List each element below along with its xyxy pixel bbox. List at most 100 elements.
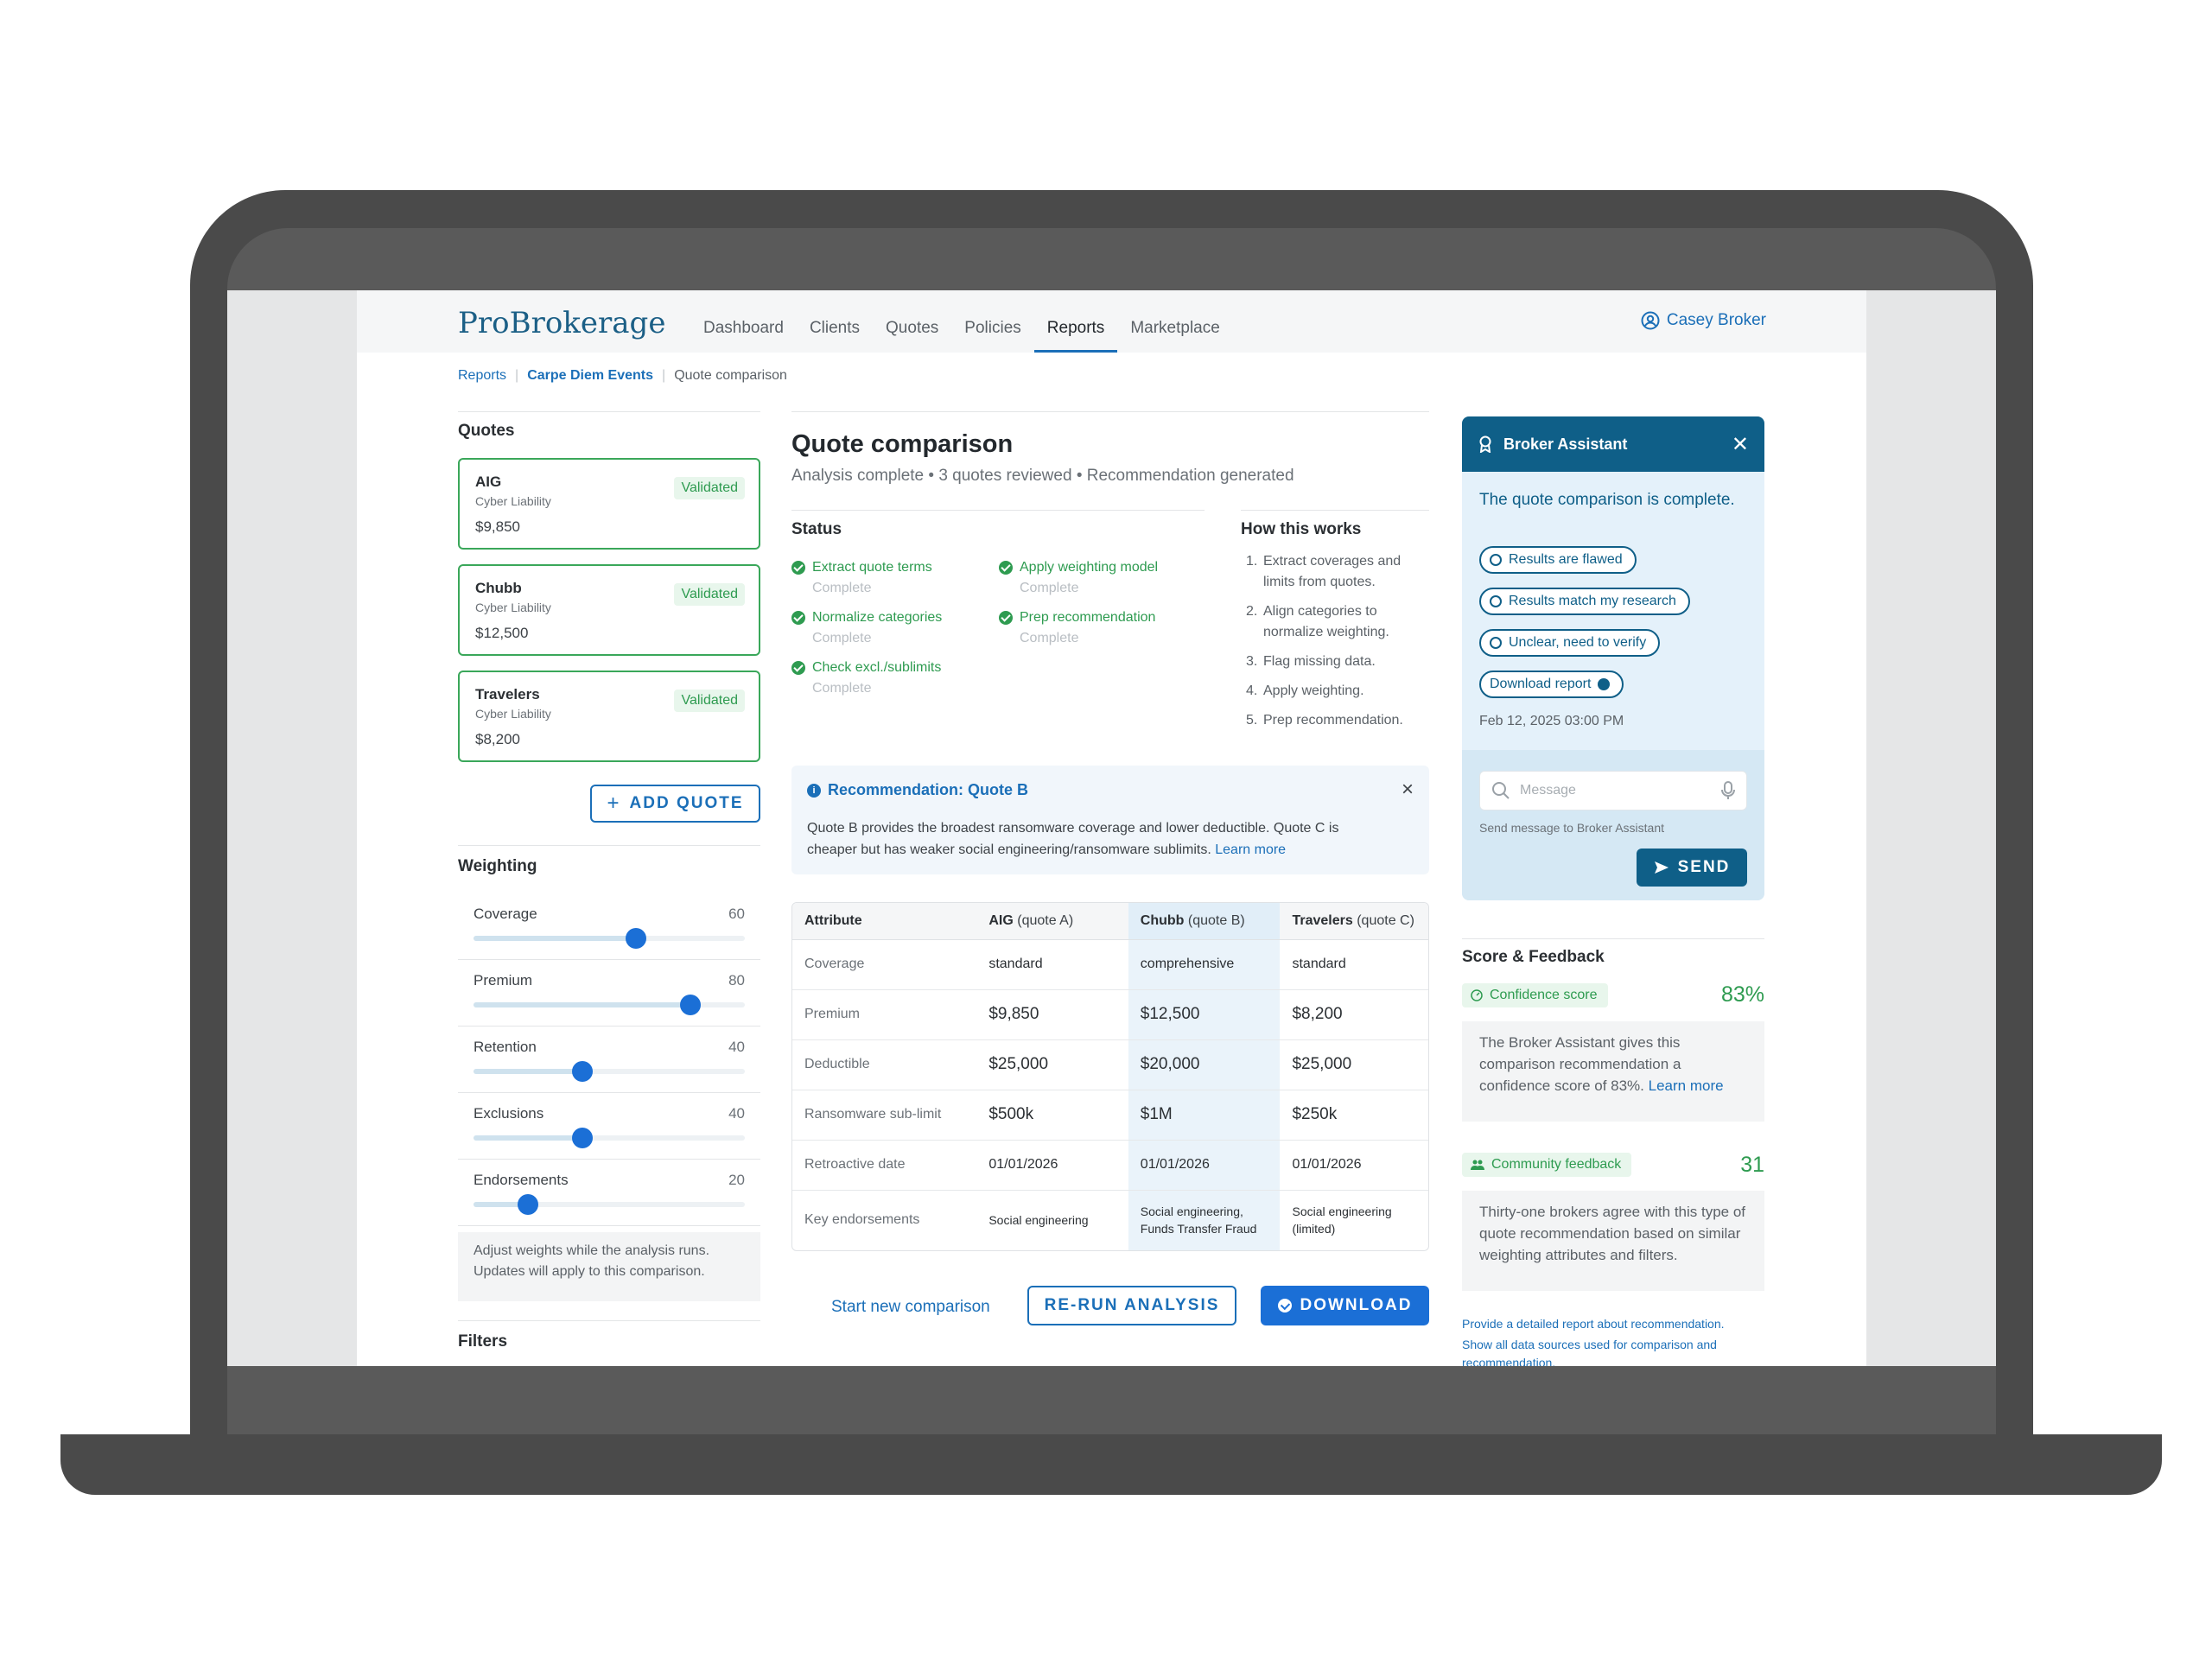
slider-fill — [474, 1002, 691, 1007]
table-cell: 01/01/2026 — [1280, 1140, 1428, 1191]
download-button[interactable]: DOWNLOAD — [1261, 1286, 1429, 1325]
detailed-report-link[interactable]: Provide a detailed report about recommen… — [1462, 1315, 1764, 1333]
slider-track[interactable] — [474, 1061, 745, 1082]
recommendation-banner: i Recommendation: Quote B × Quote B provi… — [791, 766, 1429, 874]
table-cell: 01/01/2026 — [1128, 1140, 1281, 1191]
slider-label: Exclusions — [474, 1105, 544, 1122]
slider-handle[interactable] — [571, 1128, 593, 1148]
slider-handle[interactable] — [517, 1194, 538, 1215]
chip-unclear[interactable]: Unclear, need to verify — [1479, 629, 1661, 657]
status-step: Apply weighting model Complete — [999, 560, 1158, 596]
table-cell: Key endorsements — [804, 1212, 920, 1228]
filters-title: Filters — [458, 1332, 508, 1351]
table-cell: Social engineering (limited) — [1292, 1205, 1392, 1236]
table-cell: $1M — [1128, 1090, 1281, 1141]
assistant-message: The quote comparison is complete. — [1479, 491, 1735, 509]
status-step-state: Complete — [812, 681, 872, 696]
send-button[interactable]: SEND — [1637, 849, 1747, 887]
status-step: Check excl./sublimits Complete — [791, 660, 941, 696]
chip-results-match[interactable]: Results match my research — [1479, 588, 1690, 615]
quote-card-aig[interactable]: AIG Cyber Liability $9,850 Validated — [458, 458, 760, 550]
status-step: Normalize categories Complete — [791, 610, 942, 646]
nav-policies[interactable]: Policies — [951, 315, 1033, 353]
status-step-label: Apply weighting model — [1020, 560, 1159, 575]
how-title: How this works — [1241, 520, 1362, 538]
how-step-text: Align categories to normalize weighting. — [1263, 604, 1389, 639]
download-report-chip[interactable]: Download report — [1479, 671, 1624, 698]
send-icon — [1654, 861, 1669, 874]
quote-card-travelers[interactable]: Travelers Cyber Liability $8,200 Validat… — [458, 671, 760, 762]
main-nav: Dashboard Clients Quotes Policies Report… — [690, 315, 1233, 353]
add-quote-button[interactable]: + ADD QUOTE — [590, 785, 760, 823]
slider-track[interactable] — [474, 995, 745, 1015]
page-subtitle: Analysis complete • 3 quotes reviewed • … — [791, 467, 1294, 485]
column-header: Travelers (quote C) — [1280, 903, 1428, 940]
breadcrumb-client[interactable]: Carpe Diem Events — [527, 368, 653, 384]
how-step: 2. Align categories to normalize weightin… — [1241, 601, 1431, 643]
table-cell: 01/01/2026 — [976, 1140, 1128, 1191]
send-label: SEND — [1677, 858, 1731, 876]
people-icon — [1471, 1160, 1484, 1170]
quote-card-chubb[interactable]: Chubb Cyber Liability $12,500 Validated — [458, 564, 760, 656]
slider-coverage[interactable]: Coverage 60 — [458, 893, 760, 960]
slider-label: Coverage — [474, 906, 537, 922]
radio-icon — [1490, 637, 1502, 649]
app-logo[interactable]: ProBrokerage — [458, 306, 665, 340]
recommendation-text: Quote B provides the broadest ransomware… — [807, 817, 1377, 861]
laptop-base — [60, 1434, 2162, 1495]
quote-name: AIG — [475, 474, 502, 490]
microphone-icon[interactable] — [1720, 780, 1736, 801]
rerun-label: RE-RUN ANALYSIS — [1044, 1296, 1220, 1314]
table-cell: Deductible — [792, 1039, 977, 1090]
assistant-composer: Message Send message to Broker Assistant… — [1462, 750, 1764, 900]
slider-track[interactable] — [474, 1128, 745, 1148]
status-title: Status — [791, 520, 842, 538]
assistant-header: Broker Assistant ✕ — [1462, 416, 1764, 472]
slider-handle[interactable] — [680, 995, 702, 1015]
rerun-analysis-button[interactable]: RE-RUN ANALYSIS — [1027, 1286, 1236, 1325]
start-new-comparison-link[interactable]: Start new comparison — [831, 1298, 990, 1317]
data-sources-link[interactable]: Show all data sources used for compariso… — [1462, 1336, 1764, 1366]
status-badge: Validated — [674, 583, 745, 606]
recommendation-title: Recommendation: Quote B — [828, 781, 1029, 798]
slider-label: Retention — [474, 1039, 537, 1055]
nav-quotes[interactable]: Quotes — [873, 315, 951, 353]
slider-endorsements[interactable]: Endorsements 20 — [458, 1160, 760, 1226]
check-circle-icon — [999, 611, 1013, 625]
chip-results-flawed[interactable]: Results are flawed — [1479, 546, 1637, 574]
table-cell: standard — [976, 939, 1128, 990]
quote-type: Cyber Liability — [475, 494, 551, 508]
how-step: 5. Prep recommendation. — [1241, 710, 1431, 731]
table-cell: comprehensive — [1128, 939, 1281, 990]
slider-premium[interactable]: Premium 80 — [458, 960, 760, 1027]
weighting-title: Weighting — [458, 857, 537, 875]
message-input[interactable]: Message — [1479, 771, 1747, 810]
check-circle-icon — [791, 611, 805, 625]
close-icon[interactable]: ✕ — [1732, 432, 1749, 457]
slider-handle[interactable] — [626, 928, 647, 949]
slider-fill — [474, 1135, 582, 1141]
confidence-learn-more-link[interactable]: Learn more — [1649, 1077, 1724, 1094]
table-row: Premium $9,850 $12,500 $8,200 — [792, 989, 1428, 1040]
slider-track[interactable] — [474, 928, 745, 949]
table-row: Retroactive date 01/01/2026 01/01/2026 0… — [792, 1140, 1428, 1191]
slider-handle[interactable] — [571, 1061, 593, 1082]
table-row: Key endorsements Social engineering Soci… — [792, 1190, 1428, 1250]
nav-marketplace[interactable]: Marketplace — [1117, 315, 1233, 353]
slider-exclusions[interactable]: Exclusions 40 — [458, 1093, 760, 1160]
slider-retention[interactable]: Retention 40 — [458, 1027, 760, 1093]
slider-value: 40 — [728, 1105, 745, 1122]
nav-dashboard[interactable]: Dashboard — [690, 315, 797, 353]
nav-reports[interactable]: Reports — [1033, 315, 1118, 353]
user-menu[interactable]: Casey Broker — [1641, 311, 1766, 330]
learn-more-link[interactable]: Learn more — [1215, 842, 1286, 857]
table-cell: Coverage — [792, 939, 977, 990]
breadcrumb-reports[interactable]: Reports — [458, 368, 506, 384]
nav-clients[interactable]: Clients — [797, 315, 873, 353]
close-icon[interactable]: × — [1402, 778, 1414, 802]
status-step-state: Complete — [1020, 631, 1079, 645]
radio-icon — [1490, 554, 1502, 566]
slider-track[interactable] — [474, 1194, 745, 1215]
status-step: Prep recommendation Complete — [999, 610, 1155, 646]
chip-label: Results match my research — [1509, 594, 1676, 608]
